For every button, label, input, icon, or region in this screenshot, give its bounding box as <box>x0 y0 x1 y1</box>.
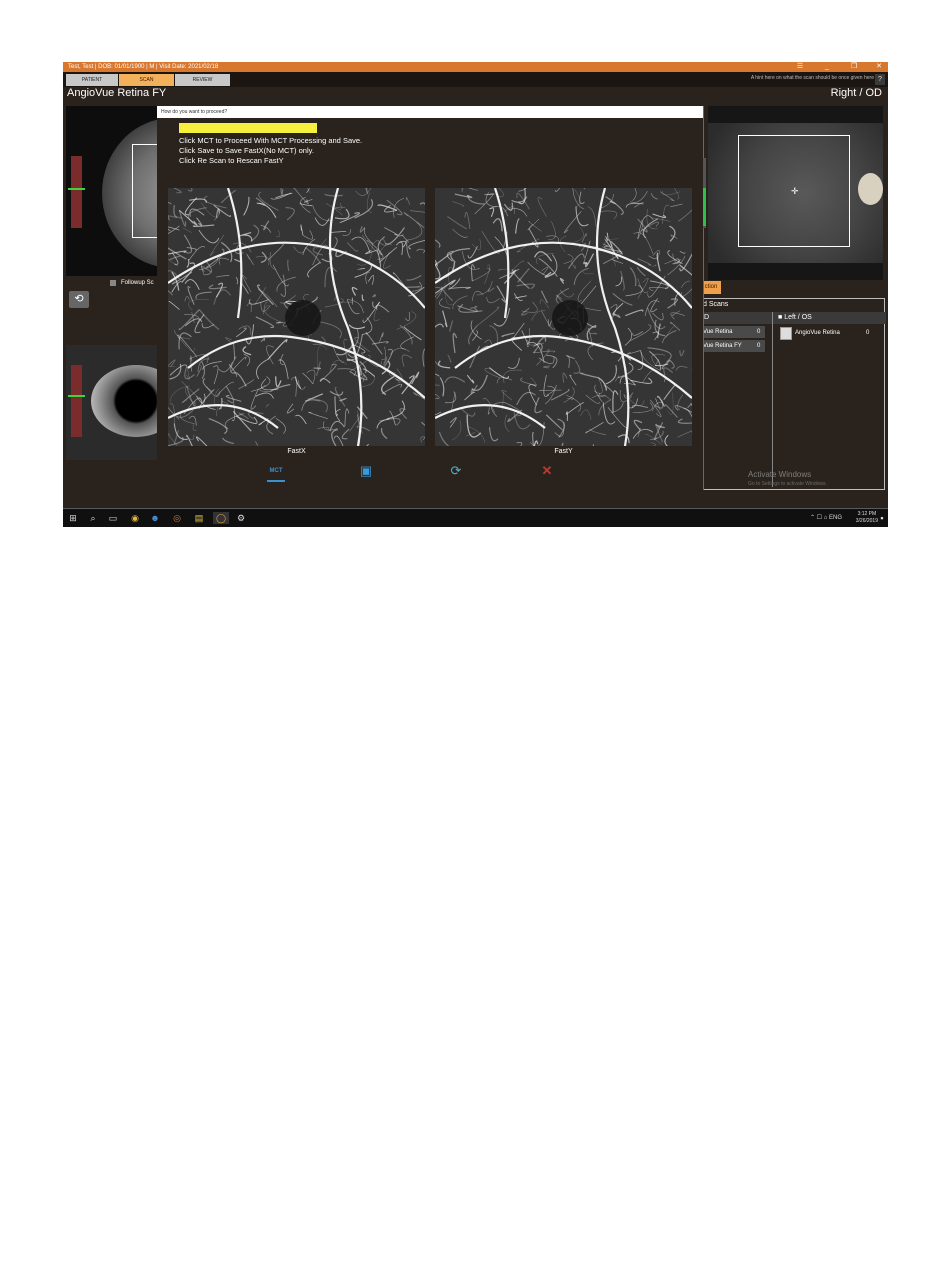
fastx-caption: FastX <box>287 448 306 455</box>
alignment-slider[interactable] <box>68 365 85 437</box>
scan-row[interactable]: Vue Retina 0 <box>703 326 765 338</box>
scans-panel: d Scans D ■ Left / OS Vue Retina 0 Vue R… <box>701 298 886 490</box>
chrome-icon[interactable]: ◉ <box>129 512 141 524</box>
save-icon: ▣ <box>359 463 373 478</box>
rescan-button[interactable]: ⟳ <box>447 462 465 480</box>
action-button[interactable]: ction <box>701 281 721 294</box>
dialog-title: How do you want to proceed? <box>157 106 703 118</box>
followup-label: Followup Sc <box>121 280 154 286</box>
fasty-caption: FastY <box>554 448 573 455</box>
search-icon[interactable]: ⌕ <box>87 512 99 524</box>
slider-handle[interactable] <box>68 395 85 397</box>
taskbar: ⊞ ⌕ ▭ ◉ ☻ ◎ ▤ ◯ ⚙ ⌃ ☐ ⌂ ENG 3:12 PM 3/26… <box>63 509 888 527</box>
reset-button[interactable]: ⟲ <box>69 291 89 308</box>
column-divider <box>772 312 773 487</box>
scan-item[interactable]: AngioVue Retina <box>795 327 840 339</box>
save-button[interactable]: ▣ <box>357 462 375 480</box>
iris-image <box>91 365 158 437</box>
hamburger-icon[interactable]: ☰ <box>796 63 804 71</box>
notification-icon[interactable]: ▪ <box>876 512 888 524</box>
clock-date: 3/26/2019 <box>855 518 878 524</box>
fundus-preview <box>66 106 158 276</box>
mct-button[interactable]: MCT <box>267 462 285 482</box>
instruction-save: Click Save to Save FastX(No MCT) only. <box>179 146 314 155</box>
cancel-button[interactable]: ✕ <box>538 462 556 480</box>
system-tray[interactable]: ⌃ ☐ ⌂ ENG <box>810 514 842 521</box>
help-button[interactable]: ? <box>875 74 885 85</box>
activate-windows-subtitle: Go to Settings to activate Windows. <box>748 481 827 487</box>
fundus-image-right: ✛ <box>708 123 883 263</box>
scan-row[interactable]: Vue Retina FY 0 <box>703 340 765 352</box>
header-hint: A hint here on what the scan should be o… <box>750 75 874 81</box>
fundus-preview-right: ✛ <box>708 106 883 280</box>
activate-windows-title: Activate Windows <box>748 470 812 479</box>
instruction-rescan: Click Re Scan to Rescan FastY <box>179 156 284 165</box>
firefox-icon[interactable]: ◎ <box>171 512 183 524</box>
scan-count: 0 <box>866 330 870 336</box>
application-screen: Test, Test | DOB: 01/01/1900 | M | Visit… <box>63 62 888 527</box>
patient-info: Test, Test | DOB: 01/01/1900 | M | Visit… <box>68 64 219 70</box>
scan-thumbnail-icon <box>780 327 792 340</box>
tab-scan[interactable]: SCAN <box>119 74 174 86</box>
clock-time: 3:12 PM <box>857 511 877 517</box>
scans-header: d Scans <box>703 301 729 308</box>
tool-icon[interactable]: ⚙ <box>235 512 247 524</box>
task-view-icon[interactable]: ▭ <box>107 512 119 524</box>
app-icon[interactable]: ◯ <box>213 512 229 524</box>
focus-slider[interactable] <box>68 156 85 228</box>
minimize-button[interactable]: _ <box>823 63 831 71</box>
slider-handle[interactable] <box>68 188 85 190</box>
left-eye-column: ■ Left / OS <box>774 312 886 324</box>
tab-bar: PATIENT SCAN REVIEW A hint here on what … <box>63 72 888 87</box>
people-icon[interactable]: ☻ <box>149 512 161 524</box>
instruction-mct: Click MCT to Proceed With MCT Processing… <box>179 136 363 145</box>
scrollbar[interactable] <box>703 158 706 228</box>
proceed-dialog: How do you want to proceed? Click MCT to… <box>157 106 704 490</box>
clock[interactable]: 3:12 PM 3/26/2019 <box>856 511 878 525</box>
iris-camera-view <box>66 345 158 460</box>
scan-title: AngioVue Retina FY <box>67 87 167 99</box>
fastx-image <box>168 188 425 446</box>
right-eye-column: D <box>702 312 774 324</box>
scan-area-box <box>132 144 158 238</box>
file-explorer-icon[interactable]: ▤ <box>193 512 205 524</box>
highlight-bar <box>179 123 317 133</box>
title-bar: Test, Test | DOB: 01/01/1900 | M | Visit… <box>63 62 888 72</box>
close-button[interactable]: ✕ <box>875 63 883 71</box>
restore-button[interactable]: ❐ <box>850 63 858 71</box>
crosshair-icon: ✛ <box>791 186 799 196</box>
windows-start-icon[interactable]: ⊞ <box>67 512 79 524</box>
eye-side-label: Right / OD <box>830 87 882 99</box>
tab-patient[interactable]: PATIENT <box>66 74 118 86</box>
optic-disc <box>858 173 883 205</box>
scrollbar-thumb[interactable] <box>703 188 706 226</box>
tab-review[interactable]: REVIEW <box>175 74 230 86</box>
followup-checkbox[interactable] <box>110 280 116 286</box>
fasty-image <box>435 188 692 446</box>
